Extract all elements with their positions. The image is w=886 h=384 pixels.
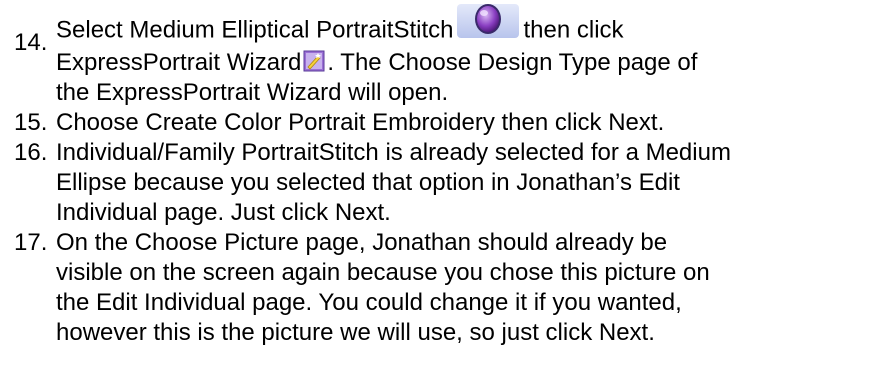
step-number: 17.	[14, 229, 48, 256]
step-17: 17. On the Choose Picture page, Jonathan…	[0, 228, 886, 348]
step-14-line-2: ExpressPortrait Wizard . The Choose Desi…	[56, 48, 886, 78]
step-text: . The Choose Design Type page of	[327, 49, 698, 76]
medium-elliptical-portraitstitch-icon[interactable]	[457, 4, 520, 38]
step-number: 15.	[14, 109, 48, 136]
step-17-line-4: however this is the picture we will use,…	[56, 319, 655, 346]
step-15: 15. Choose Create Color Portrait Embroid…	[0, 108, 886, 138]
step-17-line-1: On the Choose Picture page, Jonathan sho…	[56, 229, 668, 256]
expressportrait-wizard-icon[interactable]	[303, 50, 325, 72]
step-16-line-1: Individual/Family PortraitStitch is alre…	[56, 139, 731, 166]
step-14-line-3: the ExpressPortrait Wizard will open.	[56, 79, 449, 106]
step-16-line-2: Ellipse because you selected that option…	[56, 169, 680, 196]
step-15-line-1: Choose Create Color Portrait Embroidery …	[56, 109, 665, 136]
step-14-line-1: Select Medium Elliptical PortraitStitch	[56, 4, 886, 48]
instruction-steps: 14. Select Medium Elliptical PortraitSti…	[0, 0, 886, 348]
step-16-line-3: Individual page. Just click Next.	[56, 199, 391, 226]
step-text: then click	[523, 16, 624, 44]
step-text: ExpressPortrait Wizard	[56, 49, 302, 76]
step-text: Select Medium Elliptical PortraitStitch	[56, 16, 454, 44]
step-17-line-2: visible on the screen again because you …	[56, 259, 710, 286]
step-number: 14.	[14, 29, 48, 56]
step-number: 16.	[14, 139, 48, 166]
step-16: 16. Individual/Family PortraitStitch is …	[0, 138, 886, 228]
step-14: 14. Select Medium Elliptical PortraitSti…	[0, 4, 886, 108]
step-17-line-3: the Edit Individual page. You could chan…	[56, 289, 682, 316]
